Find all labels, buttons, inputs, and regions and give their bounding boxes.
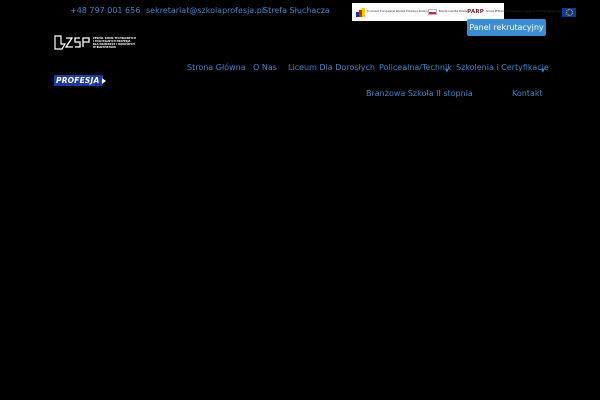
profesja-logo[interactable]: PROFESJA bbox=[54, 75, 106, 86]
chevron-down-icon[interactable]: ▼ bbox=[445, 68, 449, 74]
parp-text: PARP bbox=[467, 9, 485, 15]
poland-text: Rzeczpospolita Polska bbox=[438, 9, 468, 13]
eu-program-logo: Fundusze Europejskie Wiedza Edukacja Roz… bbox=[356, 7, 428, 17]
eu-program-text: Fundusze Europejskie Wiedza Edukacja Roz… bbox=[367, 9, 428, 13]
nav-item-trainings[interactable]: Szkolenia i Certyfikacje bbox=[456, 63, 549, 72]
eu-union-logo: Unia Europejska Europejski Fundusz Społe… bbox=[499, 7, 577, 17]
nav-item-post-secondary[interactable]: Policealna/Technik bbox=[379, 63, 452, 72]
school-logo-text: ZESPÓŁ SZKÓŁ TECHNICZNYCH I POLICEALNYCH… bbox=[93, 37, 136, 49]
nav-item-about[interactable]: O Nas bbox=[253, 63, 277, 72]
arrow-right-icon bbox=[101, 77, 106, 84]
nav-item-contact[interactable]: Kontakt bbox=[512, 89, 543, 98]
nav-item-vocational-school[interactable]: Branżowa Szkoła II stopnia bbox=[366, 89, 473, 98]
parp-logo: PARP Grupa PFR bbox=[467, 9, 500, 15]
poland-logo: Rzeczpospolita Polska bbox=[427, 9, 468, 15]
email-link[interactable]: sekretariat@szkolaprofesja.pl bbox=[146, 6, 264, 15]
student-zone-link[interactable]: Strefa Słuchacza bbox=[263, 6, 330, 15]
eu-flag-icon bbox=[562, 7, 577, 17]
eu-union-text: Unia Europejska Europejski Fundusz Społe… bbox=[499, 9, 561, 13]
poland-flag-icon bbox=[427, 9, 437, 15]
profesja-logo-text: PROFESJA bbox=[56, 76, 100, 85]
parp-sub-text: Grupa PFR bbox=[486, 9, 500, 13]
eu-program-icon bbox=[356, 7, 365, 17]
school-logo-line: W BIAŁYMSTOKU bbox=[93, 46, 117, 49]
recruitment-panel-button[interactable]: Panel rekrutacyjny bbox=[467, 19, 546, 36]
nav-item-adult-high-school[interactable]: Liceum Dla Dorosłych bbox=[288, 63, 375, 72]
chevron-down-icon[interactable]: ▼ bbox=[541, 68, 545, 74]
zstp-emblem-icon bbox=[54, 35, 90, 50]
school-logo[interactable]: ZESPÓŁ SZKÓŁ TECHNICZNYCH I POLICEALNYCH… bbox=[54, 35, 144, 53]
nav-item-home[interactable]: Strona Główna bbox=[187, 63, 246, 72]
phone-link[interactable]: +48 797 001 656 bbox=[70, 6, 140, 15]
